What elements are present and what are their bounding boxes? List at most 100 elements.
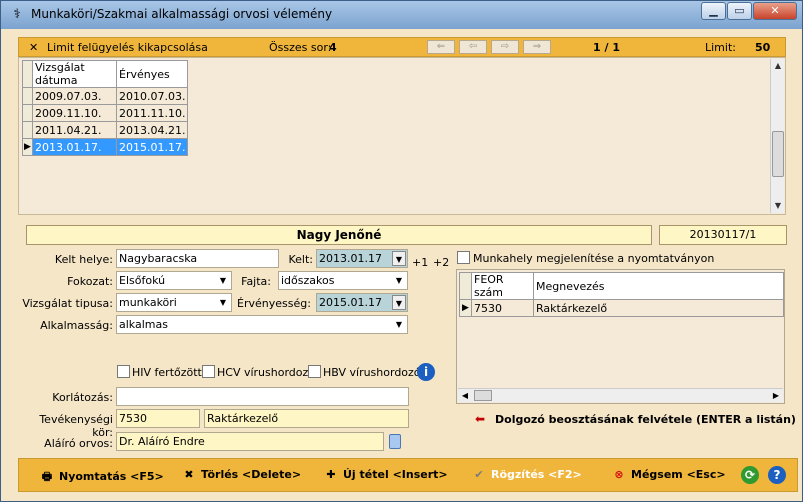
person-name: Nagy Jenőné [26,225,652,245]
exam-valid-cell[interactable]: 2011.11.10. [115,104,189,122]
total-rows-label: Összes sor: [269,41,332,54]
exam-valid-cell[interactable]: 2015.01.17. [115,138,189,156]
maximize-button[interactable]: ▭ [727,2,752,20]
close-button[interactable]: ✕ [753,2,797,20]
delete-button[interactable]: ✖ Törlés <Delete> [181,468,301,481]
limit-toggle-label[interactable]: Limit felügyelés kikapcsolása [47,41,208,54]
hbv-checkbox[interactable] [308,365,321,378]
exam-date-cell[interactable]: 2009.07.03. [32,87,117,105]
print-button[interactable]: 🖶 Nyomtatás <F5> [39,468,164,487]
plus-one-day-button[interactable]: +1 [412,256,428,269]
exam-valid-cell[interactable]: 2010.07.03. [115,87,189,105]
kelt-helye-input[interactable]: Nagybaracska [116,249,279,268]
column-header-megnevezes[interactable]: Megnevezés [533,272,784,300]
row-indicator [22,121,33,139]
list-toolbar: ✕ Limit felügyelés kikapcsolása Összes s… [18,37,786,57]
munkahely-checkbox[interactable] [457,251,470,264]
table-row[interactable]: 2009.11.10. 2011.11.10. [22,104,189,122]
refresh-icon[interactable]: ⟳ [741,466,759,484]
exam-date-cell[interactable]: 2013.01.17. [32,138,117,156]
fajta-value: időszakos [281,274,335,287]
action-bar: 🖶 Nyomtatás <F5> ✖ Törlés <Delete> ✚ Új tét… [18,458,798,492]
fokozat-label: Fokozat: [67,275,113,288]
limit-toggle-icon[interactable]: ✕ [29,41,38,54]
save-button-label: Rögzítés <F2> [491,468,582,481]
column-header-date[interactable]: Vizsgálat dátuma [32,60,117,88]
table-row[interactable]: ▶ 7530 Raktárkezelő [459,299,784,317]
main-window: ⚕ Munkaköri/Szakmai alkalmassági orvosi … [0,0,803,502]
arrow-left-icon: ⬅ [475,412,486,426]
notepad-icon[interactable] [389,434,401,449]
fajta-select[interactable]: időszakos ▼ [278,271,408,290]
row-indicator [459,272,472,300]
chevron-down-icon[interactable]: ▼ [392,317,406,332]
exam-list-scrollbar[interactable]: ▲ ▼ [770,59,784,213]
chevron-down-icon[interactable]: ▼ [392,251,406,266]
scroll-thumb[interactable] [474,390,492,401]
kelt-label: Kelt: [288,253,313,266]
chevron-down-icon[interactable]: ▼ [392,273,406,288]
next-page-icon[interactable]: ⇨ [491,40,519,54]
ervenyesseg-date-picker[interactable]: 2015.01.17 ▼ [316,293,408,312]
first-page-icon[interactable]: ⇐ [427,40,455,54]
tevekenysegi-kor-name[interactable]: Raktárkezelő [204,409,409,428]
minimize-button[interactable]: ▁ [701,2,726,20]
plus-two-days-button[interactable]: +2 [433,256,449,269]
info-icon[interactable]: i [417,363,435,381]
vizsgalat-tipusa-select[interactable]: munkaköri ▼ [116,293,232,312]
title-bar: ⚕ Munkaköri/Szakmai alkalmassági orvosi … [1,1,802,29]
hbv-checkbox-label: HBV vírushordozó [323,366,421,379]
scroll-down-icon[interactable]: ▼ [771,199,785,213]
kelt-date-picker[interactable]: 2013.01.17 ▼ [316,249,408,268]
new-item-button-label: Új tétel <Insert> [343,468,448,481]
feor-code-cell[interactable]: 7530 [471,299,534,317]
chevron-down-icon[interactable]: ▼ [392,295,406,310]
scroll-thumb[interactable] [772,131,784,177]
feor-horizontal-scrollbar[interactable]: ◀ ▶ [458,388,783,402]
last-page-icon[interactable]: ⇒ [523,40,551,54]
hiv-checkbox[interactable] [117,365,130,378]
column-header-feor[interactable]: FEOR szám [471,272,534,300]
new-item-button[interactable]: ✚ Új tétel <Insert> [323,468,448,481]
table-row[interactable]: 2011.04.21. 2013.04.21. [22,121,189,139]
chevron-down-icon[interactable]: ▼ [216,295,230,310]
scroll-right-icon[interactable]: ▶ [769,389,783,403]
exam-list-grid[interactable]: Vizsgálat dátuma Érvényes 2009.07.03. 20… [18,57,786,215]
scroll-left-icon[interactable]: ◀ [458,389,472,403]
total-rows-value: 4 [329,41,337,54]
printer-icon: 🖶 [41,470,53,483]
current-row-pointer-icon: ▶ [22,138,33,156]
feor-grid[interactable]: FEOR szám Megnevezés ▶ 7530 Raktárkezelő… [456,269,785,404]
table-row-selected[interactable]: ▶ 2013.01.17. 2015.01.17. [22,138,189,156]
feor-name-cell[interactable]: Raktárkezelő [533,299,784,317]
fokozat-select[interactable]: Elsőfokú ▼ [116,271,232,290]
vizsgalat-tipusa-value: munkaköri [119,296,177,309]
prev-page-icon[interactable]: ⇦ [459,40,487,54]
current-row-pointer-icon: ▶ [459,299,472,317]
cancel-icon: ⊗ [614,468,624,481]
exam-header-row: Vizsgálat dátuma Érvényes [22,60,189,88]
new-item-icon: ✚ [326,468,336,481]
hcv-checkbox[interactable] [202,365,215,378]
exam-date-cell[interactable]: 2009.11.10. [32,104,117,122]
chevron-down-icon[interactable]: ▼ [216,273,230,288]
korlatozas-input[interactable] [116,387,409,406]
app-icon: ⚕ [13,7,21,22]
window-title: Munkaköri/Szakmai alkalmassági orvosi vé… [31,7,333,21]
cancel-button[interactable]: ⊗ Mégsem <Esc> [611,468,725,481]
column-header-valid[interactable]: Érvényes [115,60,189,88]
tevekenysegi-kor-code[interactable]: 7530 [116,409,200,428]
alairo-orvos-input[interactable]: Dr. Aláíró Endre [116,432,384,451]
exam-valid-cell[interactable]: 2013.04.21. [115,121,189,139]
alkalmassag-select[interactable]: alkalmas ▼ [116,315,408,334]
feor-header-row: FEOR szám Megnevezés [459,272,784,300]
table-row[interactable]: 2009.07.03. 2010.07.03. [22,87,189,105]
exam-date-cell[interactable]: 2011.04.21. [32,121,117,139]
fokozat-value: Elsőfokú [119,274,166,287]
kelt-helye-label: Kelt helye: [54,253,113,266]
scroll-up-icon[interactable]: ▲ [771,59,785,73]
alkalmassag-label: Alkalmasság: [40,319,113,332]
hcv-checkbox-label: HCV vírushordozó [217,366,316,379]
help-icon[interactable]: ? [768,466,786,484]
save-button[interactable]: ✔ Rögzítés <F2> [471,468,582,481]
